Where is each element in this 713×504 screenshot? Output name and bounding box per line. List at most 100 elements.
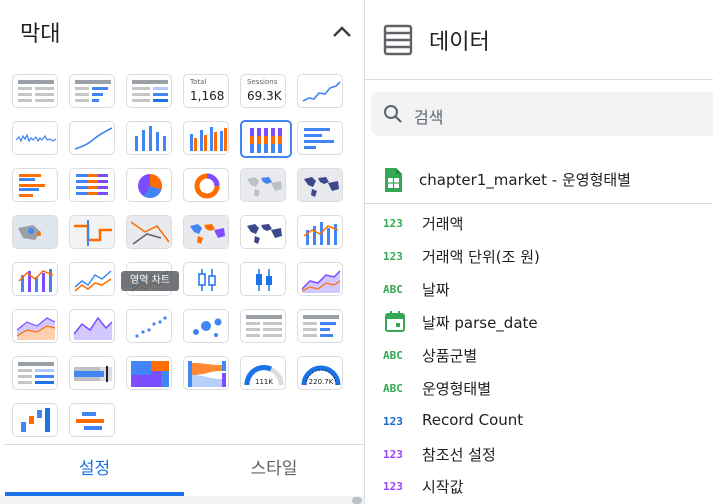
field-item[interactable]: 123 거래액 단위(조 원): [365, 241, 713, 274]
field-type-badge: 123: [383, 250, 403, 263]
chart-type-panel: 막대 Total 1,168 Sessions 69.3K 111K 220.7…: [0, 0, 364, 504]
grouped-column-icon: [190, 127, 227, 151]
chart-bar[interactable]: [297, 121, 343, 155]
chart-bullet[interactable]: [69, 356, 115, 390]
field-type-badge: 123: [383, 415, 403, 428]
chart-pivot-bars[interactable]: [297, 309, 343, 343]
sankey-icon: [188, 361, 226, 387]
field-name: 시작값: [422, 478, 464, 496]
field-name: 거래액 단위(조 원): [422, 248, 540, 266]
field-item[interactable]: 123 참조선 설정: [365, 439, 713, 472]
chart-gauge-2[interactable]: 220.7K: [297, 356, 343, 390]
bullet-chart-icon: [74, 366, 112, 382]
pivot-table-bars-icon: [303, 315, 339, 337]
chart-pivot-heatmap[interactable]: [12, 356, 58, 390]
gauge-value: 111K: [255, 378, 273, 386]
scrollbar-thumb[interactable]: [352, 497, 362, 504]
chart-multi-line[interactable]: [69, 262, 115, 296]
field-item[interactable]: 123 Record Count: [365, 406, 713, 439]
stacked-bar-icon: [76, 174, 108, 195]
chart-donut[interactable]: [183, 168, 229, 202]
chart-timeline[interactable]: [69, 403, 115, 437]
chart-map-2[interactable]: [69, 215, 115, 249]
chart-bubble[interactable]: [183, 309, 229, 343]
data-source-row[interactable]: chapter1_market - 운영형태별: [365, 160, 713, 204]
chart-map-1[interactable]: [12, 215, 58, 249]
chart-map-5[interactable]: [240, 215, 286, 249]
pivot-table-icon: [246, 315, 282, 337]
field-item[interactable]: ABC 운영형태별: [365, 373, 713, 406]
field-item[interactable]: ABC 상품군별: [365, 340, 713, 373]
data-panel-header: 데이터: [365, 0, 713, 80]
field-name: Record Count: [422, 411, 524, 429]
chart-map-4[interactable]: [183, 215, 229, 249]
stacked-column-icon: [250, 128, 282, 153]
chart-geo-bubble[interactable]: [297, 168, 343, 202]
line-chart-icon: [302, 81, 341, 102]
chart-type-tooltip: 영역 차트: [121, 271, 179, 291]
chart-area-3[interactable]: [69, 309, 115, 343]
chart-map-3[interactable]: [126, 215, 172, 249]
chart-gauge[interactable]: 111K: [240, 356, 286, 390]
chart-scatter[interactable]: [126, 309, 172, 343]
chart-column[interactable]: [126, 121, 172, 155]
chart-grouped-column[interactable]: [183, 121, 229, 155]
field-name: 날짜: [422, 281, 450, 299]
field-search-input[interactable]: 검색: [371, 92, 713, 136]
field-item[interactable]: ABC 날짜: [365, 274, 713, 307]
field-item[interactable]: 날짜 parse_date: [365, 307, 713, 340]
chevron-up-icon: [333, 26, 351, 37]
chart-pie[interactable]: [126, 168, 172, 202]
chart-smooth-line[interactable]: [69, 121, 115, 155]
chart-geo-map[interactable]: [240, 168, 286, 202]
chart-table-heatmap[interactable]: [126, 74, 172, 108]
chart-panel-title: 막대: [20, 22, 61, 47]
chart-stacked-bar[interactable]: [69, 168, 115, 202]
pie-chart-icon: [138, 174, 162, 198]
geo-bubble-icon: [298, 169, 342, 201]
panel-tabs: 설정 스타일: [5, 444, 364, 496]
map-icon: [13, 216, 57, 248]
chart-stacked-area[interactable]: [297, 262, 343, 296]
field-item[interactable]: 123 시작값: [365, 471, 713, 504]
calendar-icon: [385, 311, 405, 332]
bubble-chart-icon: [193, 318, 222, 337]
chart-area-2[interactable]: [12, 309, 58, 343]
gauge-icon: 111K: [244, 365, 284, 386]
chart-pivot[interactable]: [240, 309, 286, 343]
scorecard-value: 1,168: [190, 89, 225, 103]
chart-treemap[interactable]: [126, 356, 172, 390]
donut-chart-icon: [194, 173, 220, 199]
editor-root: 막대 Total 1,168 Sessions 69.3K 111K 220.7…: [0, 0, 713, 504]
chart-scorecard-compact[interactable]: Sessions 69.3K: [240, 74, 286, 108]
field-type-badge: ABC: [383, 283, 403, 296]
chart-grouped-bar[interactable]: [12, 168, 58, 202]
map-heatmap-icon: [184, 216, 228, 248]
field-item[interactable]: 123 거래액: [365, 208, 713, 241]
chart-ohlc[interactable]: [240, 262, 286, 296]
tab-style[interactable]: 스타일: [184, 445, 364, 497]
chart-table[interactable]: [12, 74, 58, 108]
area-percent-icon: [73, 316, 113, 340]
field-name: 운영형태별: [422, 380, 492, 398]
chart-sparkline[interactable]: [12, 121, 58, 155]
chart-stacked-column-selected[interactable]: [240, 120, 292, 158]
horizontal-scrollbar[interactable]: [0, 496, 364, 504]
tab-setup[interactable]: 설정: [5, 445, 184, 497]
chart-waterfall[interactable]: [12, 403, 58, 437]
ohlc-icon: [256, 269, 272, 291]
chart-combo[interactable]: [297, 215, 343, 249]
chart-table-bars[interactable]: [69, 74, 115, 108]
sparkline-icon: [15, 133, 57, 143]
chart-stacked-combo[interactable]: [12, 262, 58, 296]
chart-sankey[interactable]: [183, 356, 229, 390]
chart-scorecard[interactable]: Total 1,168: [183, 74, 229, 108]
pivot-heatmap-icon: [18, 362, 54, 384]
chart-timeseries[interactable]: [297, 74, 343, 108]
gauge-ticks-icon: 220.7K: [301, 365, 341, 386]
table-chart-icon: [18, 80, 54, 102]
chart-candlestick[interactable]: [183, 262, 229, 296]
stacked-combo-icon: [18, 269, 54, 292]
field-name: 상품군별: [422, 347, 478, 365]
collapse-button[interactable]: [328, 18, 356, 46]
